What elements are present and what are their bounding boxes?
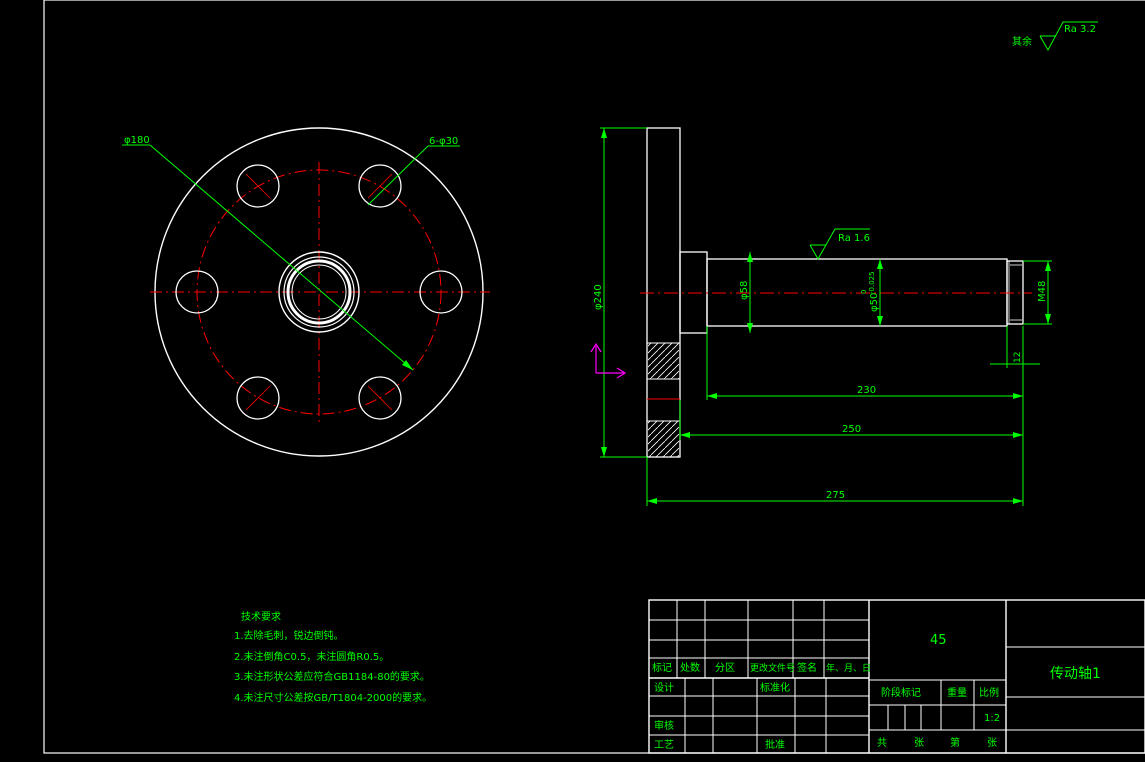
approve-label: 批准 xyxy=(765,738,785,751)
process-label: 工艺 xyxy=(654,739,674,751)
sheet-unit: 张 xyxy=(914,737,924,749)
drawing-canvas: 其余 Ra 3.2 φ180 6-φ30 Ra 1.6 φ240 φ58 φ50… xyxy=(43,0,1145,754)
part-name: 传动轴1 xyxy=(1050,666,1101,682)
dim-shaft-tol-upper: 0 xyxy=(860,290,868,294)
scale-value: 1:2 xyxy=(984,713,1000,724)
roughness-shaft-value: Ra 1.6 xyxy=(838,233,870,244)
dim-thread-length-label: 12 xyxy=(1013,352,1023,363)
dim-length-275-label: 275 xyxy=(826,490,845,501)
tech-title: 技术要求 xyxy=(241,610,281,623)
weight-label: 重量 xyxy=(947,686,967,699)
title-block-text: 45 传动轴1 标记 处数 分区 更改文件号 签名 年、月、日 设计 标准化 审… xyxy=(652,633,1101,751)
technical-requirements: 技术要求 1.去除毛刺，锐边倒钝。 2.未注倒角C0.5，未注圆角R0.5。 3… xyxy=(234,610,432,704)
roughness-general-prefix: 其余 xyxy=(1012,35,1032,48)
dim-length-230-label: 230 xyxy=(857,385,876,396)
dim-flange-diameter-label: φ240 xyxy=(593,284,604,310)
standardize-label: 标准化 xyxy=(760,681,790,694)
tech-item: 3.未注形状公差应符合GB1184-80的要求。 xyxy=(234,670,430,683)
tech-item: 1.去除毛刺，锐边倒钝。 xyxy=(234,629,344,642)
sheet-unit2: 张 xyxy=(987,737,997,749)
roughness-general: 其余 Ra 3.2 xyxy=(1012,21,1098,52)
drawing-border xyxy=(43,0,1145,754)
total-label: 共 xyxy=(877,737,887,749)
header-sign: 签名 xyxy=(797,661,817,674)
dim-shaft-diameter-label: φ50 xyxy=(869,293,880,312)
tech-item: 4.未注尺寸公差按GB/T1804-2000的要求。 xyxy=(234,691,432,704)
dim-outer-diameter xyxy=(122,144,414,371)
dim-holes xyxy=(367,145,460,206)
ucs-icon xyxy=(590,342,627,379)
header-zone: 分区 xyxy=(715,662,735,674)
section-hatch-upper xyxy=(648,343,679,379)
design-label: 设计 xyxy=(654,681,674,694)
section-hatch-lower xyxy=(648,421,679,457)
header-mark: 标记 xyxy=(652,662,672,674)
dim-flange-diameter xyxy=(600,127,647,458)
dim-holes-label: 6-φ30 xyxy=(429,136,458,147)
side-view: Ra 1.6 φ240 φ58 φ50 0 -0.025 M48 12 230 … xyxy=(590,127,1052,506)
header-date: 年、月、日 xyxy=(826,662,871,674)
header-count: 处数 xyxy=(680,661,700,674)
front-view: φ180 6-φ30 xyxy=(122,127,490,457)
roughness-general-value: Ra 3.2 xyxy=(1064,24,1096,35)
scale-label: 比例 xyxy=(979,686,999,699)
stage-mark-label: 阶段标记 xyxy=(881,686,921,699)
tech-item: 2.未注倒角C0.5，未注圆角R0.5。 xyxy=(234,650,389,663)
dim-thread-label: M48 xyxy=(1037,281,1048,302)
check-label: 审核 xyxy=(654,719,674,732)
dim-outer-diameter-label: φ180 xyxy=(124,135,150,146)
header-doc: 更改文件号 xyxy=(750,662,795,674)
dim-shaft-tol-lower: -0.025 xyxy=(868,271,876,294)
sheet-no-label: 第 xyxy=(950,736,960,749)
dim-step-diameter-label: φ58 xyxy=(739,281,750,300)
material: 45 xyxy=(930,633,947,648)
dim-length-250-label: 250 xyxy=(842,424,861,435)
